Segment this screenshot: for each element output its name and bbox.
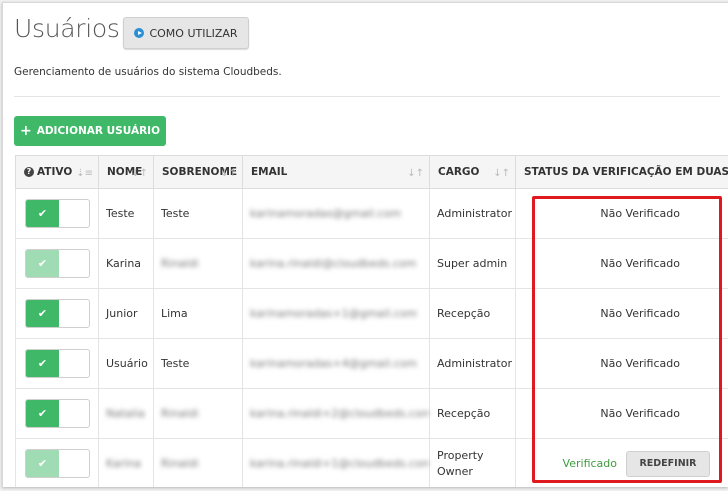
table-row: ✔ Teste Teste karinamoradas@gmail.com Ad… [15, 188, 728, 239]
active-toggle[interactable]: ✔ [25, 349, 90, 378]
sort-icon: ⇣≡ [76, 168, 93, 179]
check-icon: ✔ [26, 350, 59, 377]
sort-icon: ↓↑ [220, 168, 237, 179]
how-to-use-button[interactable]: COMO UTILIZAR [123, 17, 249, 49]
check-icon: ✔ [26, 400, 59, 427]
check-icon: ✔ [26, 300, 59, 327]
cell-status: Não Verificado [515, 188, 728, 239]
cell-status: Não Verificado [515, 288, 728, 339]
users-panel: Usuários COMO UTILIZAR Gerenciamento de … [2, 2, 728, 487]
cell-email: karina.rinaldi+1@cloudbeds.com [242, 438, 430, 487]
column-header-cargo[interactable]: CARGO ↓↑ [429, 155, 516, 189]
add-user-label: ADICIONAR USUÁRIO [36, 125, 160, 137]
table-row: ✔ Karina Rinaldi karina.rinaldi+1@cloudb… [15, 438, 728, 487]
play-icon [134, 28, 145, 38]
table-row: ✔ Natalia Rinaldi karina.rinaldi+2@cloud… [15, 388, 728, 439]
cell-sobrenome: Rinaldi [153, 438, 243, 487]
cell-cargo: Property Owner [429, 438, 516, 487]
how-to-use-label: COMO UTILIZAR [149, 26, 238, 40]
add-user-button[interactable]: + ADICIONAR USUÁRIO [14, 116, 166, 146]
plus-icon: + [19, 123, 32, 139]
divider [14, 96, 720, 97]
table-row: ✔ Junior Lima karinamoradas+1@gmail.com … [15, 288, 728, 339]
cell-email: karina.rinaldi+2@cloudbeds.com [242, 388, 430, 439]
active-toggle[interactable]: ✔ [25, 199, 90, 228]
table-header-row: ? ATIVO ⇣≡ NOME ↓↑ SOBRENOME ↓↑ EMAIL ↓↑ … [15, 155, 728, 189]
check-icon: ✔ [26, 250, 59, 277]
sort-icon: ↓↑ [493, 168, 510, 179]
cell-cargo: Administrator [429, 338, 516, 389]
check-icon: ✔ [26, 450, 59, 477]
cell-email: karina.rinaldi@cloudbeds.com [242, 238, 430, 289]
check-icon: ✔ [26, 200, 59, 227]
table-row: ✔ Usuário Teste karinamoradas+4@gmail.co… [15, 338, 728, 389]
cell-nome: Junior [98, 288, 154, 339]
active-toggle[interactable]: ✔ [25, 249, 90, 278]
cell-status: Verificado REDEFINIR [515, 438, 728, 487]
reset-button[interactable]: REDEFINIR [626, 450, 710, 477]
sort-icon: ↓↑ [131, 168, 148, 179]
cell-cargo: Administrator [429, 188, 516, 239]
cell-nome: Karina [98, 238, 154, 289]
page-subtitle: Gerenciamento de usuários do sistema Clo… [14, 66, 282, 78]
cell-email: karinamoradas@gmail.com [242, 188, 430, 239]
cell-nome: Natalia [98, 388, 154, 439]
cell-cargo: Recepção [429, 288, 516, 339]
cell-sobrenome: Teste [153, 338, 243, 389]
cell-status: Não Verificado [515, 388, 728, 439]
column-header-nome[interactable]: NOME ↓↑ [98, 155, 154, 189]
cell-nome: Karina [98, 438, 154, 487]
column-header-ativo[interactable]: ? ATIVO ⇣≡ [15, 155, 99, 189]
page-title: Usuários [14, 14, 120, 43]
cell-cargo: Recepção [429, 388, 516, 439]
cell-status: Não Verificado [515, 338, 728, 389]
cell-email: karinamoradas+1@gmail.com [242, 288, 430, 339]
column-header-status[interactable]: STATUS DA VERIFICAÇÃO EM DUAS ETA [515, 155, 728, 189]
cell-email: karinamoradas+4@gmail.com [242, 338, 430, 389]
cell-sobrenome: Rinaldi [153, 388, 243, 439]
cell-cargo: Super admin [429, 238, 516, 289]
users-table: ? ATIVO ⇣≡ NOME ↓↑ SOBRENOME ↓↑ EMAIL ↓↑ … [15, 155, 728, 487]
active-toggle[interactable]: ✔ [25, 399, 90, 428]
cell-sobrenome: Teste [153, 188, 243, 239]
sort-icon: ↓↑ [407, 168, 424, 179]
verified-status: Verificado [562, 457, 617, 470]
cell-status: Não Verificado [515, 238, 728, 289]
active-toggle[interactable]: ✔ [25, 449, 90, 478]
cell-nome: Usuário [98, 338, 154, 389]
cell-nome: Teste [98, 188, 154, 239]
column-header-sobrenome[interactable]: SOBRENOME ↓↑ [153, 155, 243, 189]
column-header-email[interactable]: EMAIL ↓↑ [242, 155, 430, 189]
active-toggle[interactable]: ✔ [25, 299, 90, 328]
table-row: ✔ Karina Rinaldi karina.rinaldi@cloudbed… [15, 238, 728, 289]
help-icon: ? [24, 167, 34, 177]
cell-sobrenome: Lima [153, 288, 243, 339]
cell-sobrenome: Rinaldi [153, 238, 243, 289]
